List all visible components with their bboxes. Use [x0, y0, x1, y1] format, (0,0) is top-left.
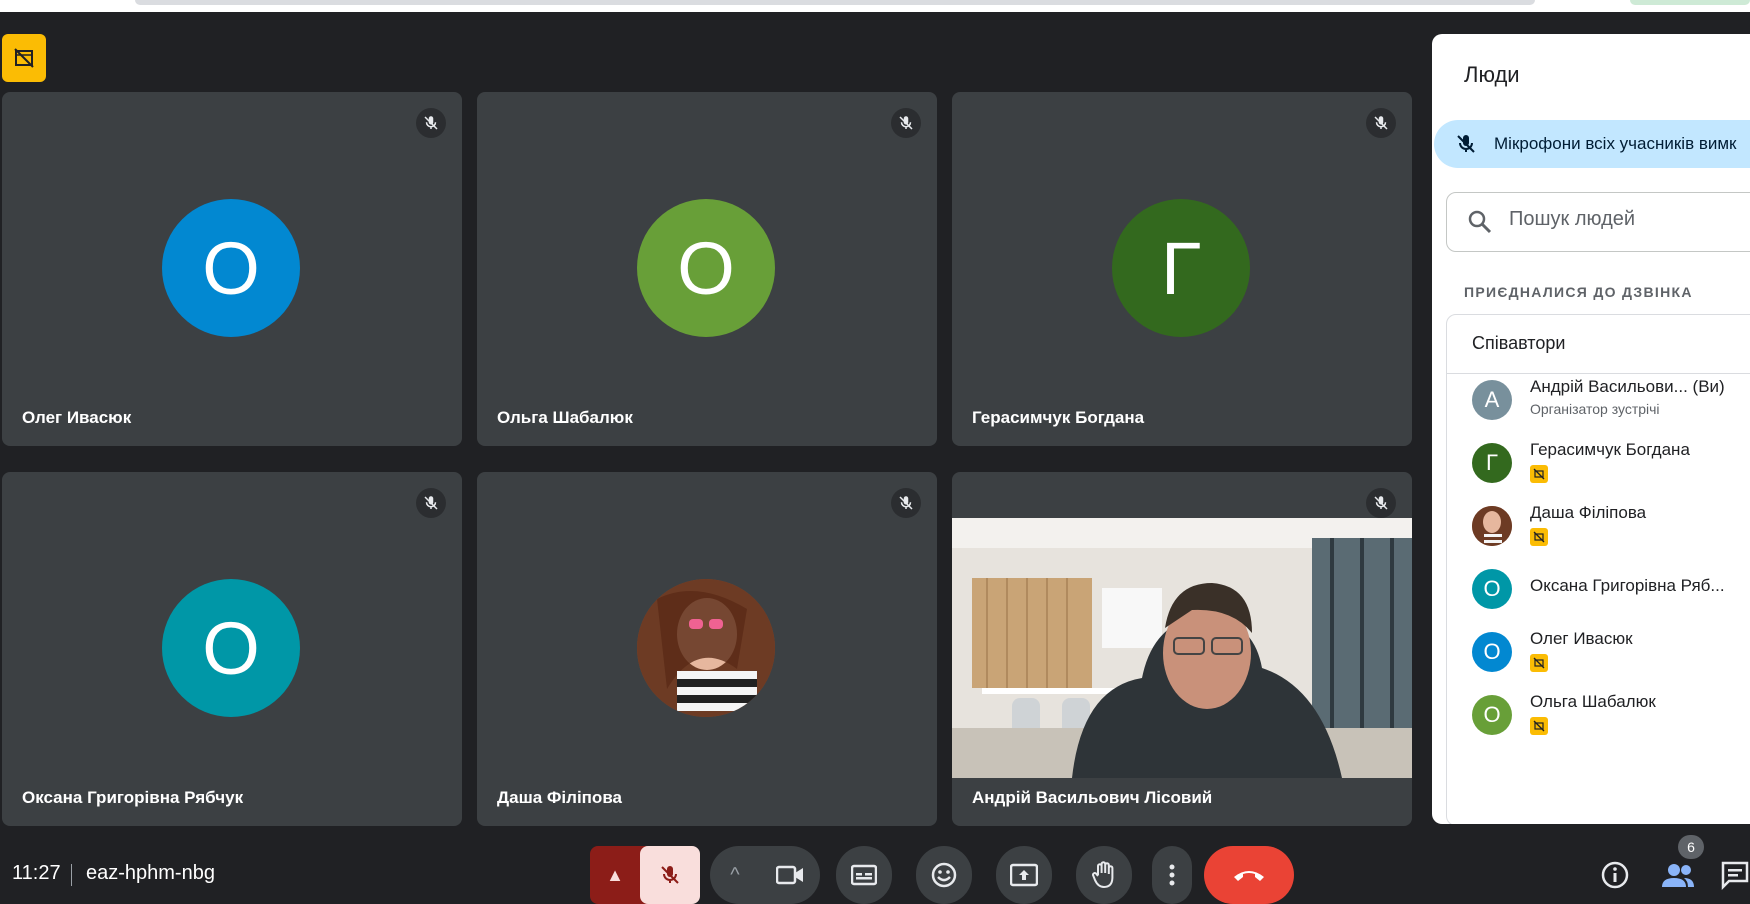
audio-options-button[interactable]: ▲ [590, 846, 640, 904]
captions-button[interactable] [836, 846, 892, 904]
person-name: Олег Ивасюк [1530, 629, 1633, 648]
participant-name: Олег Ивасюк [22, 408, 132, 427]
person-name: Оксана Григорівна Ряб... [1530, 576, 1725, 595]
participant-name: Андрій Васильович Лісовий [972, 788, 1213, 807]
avatar: О [162, 199, 300, 337]
people-icon [1662, 864, 1694, 887]
camera-off-icon [1530, 717, 1548, 735]
address-bar [135, 0, 1535, 5]
participant-tile[interactable]: О Оксана Григорівна Рябчук [2, 472, 462, 826]
leave-call-button[interactable] [1204, 846, 1294, 904]
participant-tile[interactable]: О Олег Ивасюк [2, 92, 462, 446]
participant-name: Даша Філіпова [497, 788, 623, 807]
browser-top-strip [0, 0, 1750, 12]
mute-all-banner: Мікрофони всіх учасників вимк [1434, 120, 1750, 168]
avatar: О [162, 579, 300, 717]
mic-off-icon [891, 108, 921, 138]
present-to-all-icon [1010, 863, 1038, 887]
participant-count-badge: 6 [1678, 835, 1704, 859]
camera-toggle-button[interactable] [760, 846, 820, 904]
people-search[interactable] [1446, 192, 1750, 252]
meeting-time: 11:27 [12, 862, 61, 884]
mic-off-icon [661, 866, 679, 884]
person-name: Андрій Васильови... (Ви) [1530, 377, 1725, 396]
person-name: Ольга Шабалюк [1530, 692, 1656, 711]
meeting-details-button[interactable] [1600, 860, 1630, 890]
chat-button[interactable] [1720, 860, 1750, 891]
participant-tile[interactable]: Г Герасимчук Богдана [952, 92, 1412, 446]
participant-tile[interactable]: Даша Філіпова [477, 472, 937, 826]
browser-button [1630, 0, 1750, 5]
camera-off-indicator[interactable] [2, 34, 46, 82]
meeting-code[interactable]: eaz-hphm-nbg [86, 862, 215, 885]
mic-off-icon [416, 488, 446, 518]
mic-control-group: ▲ [590, 846, 700, 904]
avatar: О [637, 199, 775, 337]
avatar: Г [1112, 199, 1250, 337]
reactions-button[interactable] [916, 846, 972, 904]
emoji-icon [931, 862, 957, 888]
videocam-icon [776, 865, 803, 885]
more-vert-icon [1169, 864, 1175, 886]
avatar: Г [1472, 443, 1512, 483]
chat-icon [1721, 861, 1749, 891]
list-item[interactable]: О Олег Ивасюк [1472, 627, 1750, 677]
info-icon [1601, 861, 1629, 889]
participant-name: Оксана Григорівна Рябчук [22, 788, 244, 807]
mic-off-icon [1457, 135, 1475, 153]
search-input[interactable] [1507, 207, 1750, 232]
mic-off-icon [1366, 488, 1396, 518]
avatar: О [1472, 569, 1512, 609]
participant-tile[interactable]: Андрій Васильович Лісовий [952, 472, 1412, 826]
divider [1447, 373, 1750, 374]
list-item[interactable]: Даша Філіпова [1472, 501, 1750, 551]
list-item[interactable]: А Андрій Васильови... (Ви) Організатор з… [1472, 375, 1750, 425]
participant-tile[interactable]: О Ольга Шабалюк [477, 92, 937, 446]
person-role: Організатор зустрічі [1530, 401, 1660, 417]
call-end-icon [1234, 871, 1264, 881]
hand-icon [1092, 861, 1114, 889]
profile-photo [1472, 506, 1512, 546]
mic-off-icon [1366, 108, 1396, 138]
avatar: А [1472, 380, 1512, 420]
list-item[interactable]: О Ольга Шабалюк [1472, 690, 1750, 740]
search-icon [1468, 210, 1492, 234]
participant-name: Герасимчук Богдана [972, 408, 1145, 427]
closed-captions-icon [851, 864, 877, 886]
list-item[interactable]: Г Герасимчук Богдана [1472, 438, 1750, 488]
chevron-up-icon: ^ [730, 863, 740, 886]
raise-hand-button[interactable] [1076, 846, 1132, 904]
mic-off-icon [416, 108, 446, 138]
mic-off-icon [891, 488, 921, 518]
person-name: Даша Філіпова [1530, 503, 1647, 522]
camera-off-icon [1530, 528, 1548, 546]
camera-off-icon [1530, 654, 1548, 672]
group-title: Співавтори [1472, 333, 1566, 353]
person-name: Герасимчук Богдана [1530, 440, 1690, 459]
video-options-button[interactable]: ^ [710, 846, 760, 904]
video-feed [952, 518, 1412, 778]
people-button[interactable] [1660, 860, 1696, 890]
participant-name: Ольга Шабалюк [497, 408, 633, 427]
avatar: О [1472, 695, 1512, 735]
banner-text: Мікрофони всіх учасників вимк [1494, 134, 1737, 153]
list-item[interactable]: О Оксана Григорівна Ряб... [1472, 564, 1750, 614]
collaborators-group[interactable]: Співавтори А Андрій Васильови... (Ви) Ор… [1446, 314, 1750, 824]
section-heading: ПРИЄДНАЛИСЯ ДО ДЗВІНКА [1464, 284, 1693, 300]
more-options-button[interactable] [1152, 846, 1192, 904]
panel-title: Люди [1464, 62, 1520, 87]
camera-control-group: ^ [710, 846, 820, 904]
people-panel: Люди Мікрофони всіх учасників вимк ПРИЄД… [1432, 34, 1750, 824]
present-screen-button[interactable] [996, 846, 1052, 904]
camera-off-icon [14, 48, 34, 68]
profile-photo [637, 579, 775, 717]
chevron-up-icon: ▲ [606, 864, 624, 885]
divider [71, 864, 72, 886]
avatar: О [1472, 632, 1512, 672]
microphone-toggle-button[interactable] [640, 846, 700, 904]
camera-off-icon [1530, 465, 1548, 483]
